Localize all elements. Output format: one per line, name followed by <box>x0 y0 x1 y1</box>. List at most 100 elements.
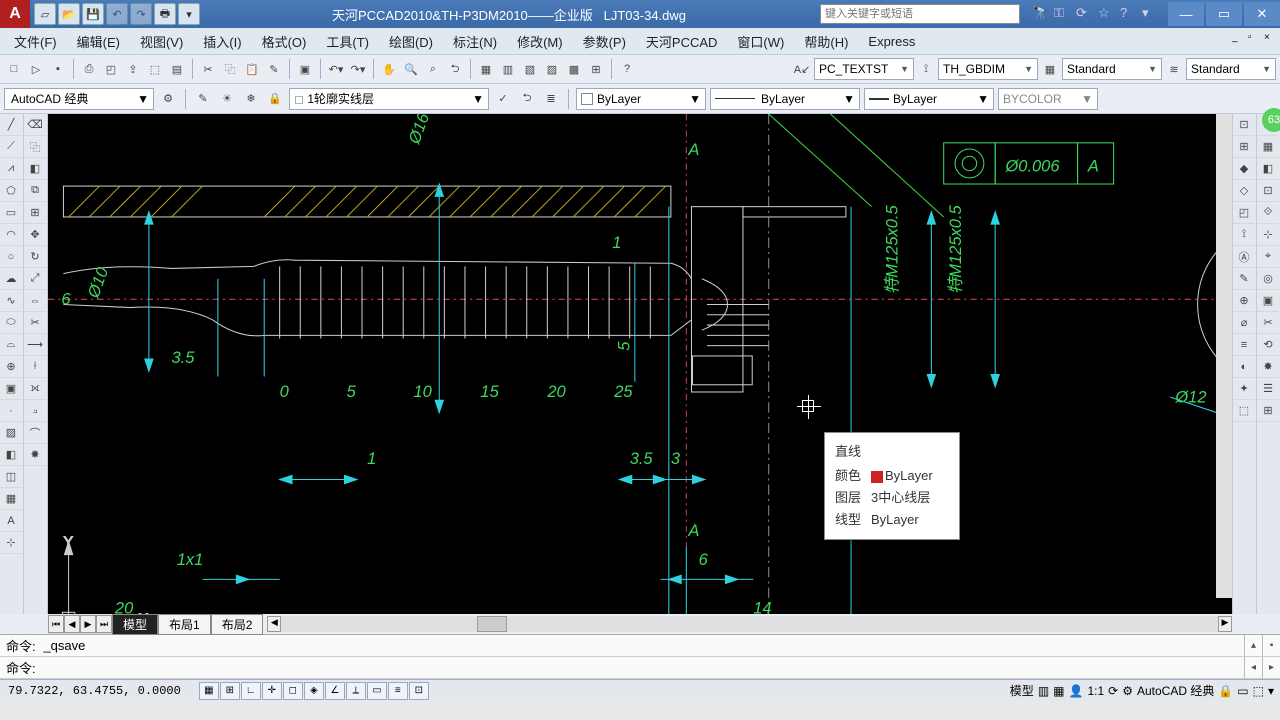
ellipse-icon[interactable]: ⬭ <box>0 312 22 334</box>
status-ws-label[interactable]: AutoCAD 经典 <box>1137 682 1214 699</box>
undo2-icon[interactable]: ↶▾ <box>326 59 346 79</box>
copy2-icon[interactable]: ⿻ <box>24 136 46 158</box>
rtb4-icon[interactable]: ⊡ <box>1257 180 1279 202</box>
new-icon[interactable]: ▱ <box>34 3 56 25</box>
menu-dimension[interactable]: 标注(N) <box>443 28 507 55</box>
status-ws-icon[interactable]: ⚙ <box>1122 684 1133 698</box>
paste-icon[interactable]: 📋 <box>242 59 262 79</box>
rt7-icon[interactable]: Ⓐ <box>1233 246 1255 268</box>
rtb13-icon[interactable]: ☰ <box>1257 378 1279 400</box>
menu-modify[interactable]: 修改(M) <box>507 28 573 55</box>
tablestyle-combo[interactable]: Standard▼ <box>1062 58 1162 80</box>
menu-file[interactable]: 文件(F) <box>4 28 67 55</box>
tablestyle-icon[interactable]: ▦ <box>1040 59 1060 79</box>
command-input-line[interactable]: 命令: ◂▸ <box>0 657 1280 679</box>
3dosnap-toggle[interactable]: ◈ <box>304 682 324 700</box>
grid-toggle[interactable]: ⊞ <box>220 682 240 700</box>
trim-icon[interactable]: ✂ <box>24 312 46 334</box>
explode-icon[interactable]: ✸ <box>24 444 46 466</box>
rtb3-icon[interactable]: ◧ <box>1257 158 1279 180</box>
tab-nav-next[interactable]: ▶ <box>80 615 96 633</box>
zoom-win-icon[interactable]: ⌕ <box>423 59 443 79</box>
close-button[interactable]: ✕ <box>1244 2 1280 26</box>
break-icon[interactable]: ⟊ <box>24 356 46 378</box>
rt2-icon[interactable]: ⊞ <box>1233 136 1255 158</box>
menu-view[interactable]: 视图(V) <box>130 28 193 55</box>
help2-icon[interactable]: ? <box>617 59 637 79</box>
gradient-icon[interactable]: ◧ <box>0 444 22 466</box>
addsel-icon[interactable]: ⊹ <box>0 532 22 554</box>
search-input[interactable] <box>821 5 1019 23</box>
menu-express[interactable]: Express <box>858 30 925 53</box>
redo-icon[interactable]: ↷ <box>130 3 152 25</box>
save-doc-icon[interactable]: ▪ <box>48 59 68 79</box>
rtb5-icon[interactable]: ⟐ <box>1257 202 1279 224</box>
point-icon[interactable]: · <box>0 400 22 422</box>
status-scale[interactable]: 1:1 <box>1087 684 1104 698</box>
zoom-rt-icon[interactable]: 🔍 <box>401 59 421 79</box>
workspace-combo[interactable]: AutoCAD 经典▼ <box>4 88 154 110</box>
rtb11-icon[interactable]: ⟲ <box>1257 334 1279 356</box>
join-icon[interactable]: ⟗ <box>24 378 46 400</box>
region-icon[interactable]: ◫ <box>0 466 22 488</box>
dyn-toggle[interactable]: ▭ <box>367 682 387 700</box>
hatch-icon[interactable]: ▨ <box>0 422 22 444</box>
rtb7-icon[interactable]: ⌖ <box>1257 246 1279 268</box>
table-icon[interactable]: ▦ <box>0 488 22 510</box>
app-logo[interactable]: A <box>0 0 30 28</box>
osnap-toggle[interactable]: ◻ <box>283 682 303 700</box>
rt4-icon[interactable]: ◇ <box>1233 180 1255 202</box>
zoom-prev-icon[interactable]: ⮌ <box>445 59 465 79</box>
rtb9-icon[interactable]: ▣ <box>1257 290 1279 312</box>
rt1-icon[interactable]: ⊡ <box>1233 114 1255 136</box>
publish-icon[interactable]: ⇪ <box>123 59 143 79</box>
mlstyle-combo[interactable]: Standard▼ <box>1186 58 1276 80</box>
status-qview-icon[interactable]: ▥ <box>1038 684 1049 698</box>
help-icon[interactable]: ? <box>1120 5 1138 23</box>
binoculars-icon[interactable]: 🔭 <box>1032 5 1050 23</box>
snap-toggle[interactable]: ▦ <box>199 682 219 700</box>
layer-prev-icon[interactable]: ⮌ <box>517 89 537 109</box>
ortho-toggle[interactable]: ∟ <box>241 682 261 700</box>
doc-min-icon[interactable]: _ <box>1232 32 1246 46</box>
rt14-icon[interactable]: ⬚ <box>1233 400 1255 422</box>
preview-icon[interactable]: ◰ <box>101 59 121 79</box>
layer-mgr-icon[interactable]: ✎ <box>193 89 213 109</box>
cmd-scroll-up[interactable]: ▴ <box>1244 635 1262 656</box>
plot-icon[interactable]: ⎙ <box>79 59 99 79</box>
calc-icon[interactable]: ⊞ <box>586 59 606 79</box>
cmd-scroll-right[interactable]: ▸ <box>1262 657 1280 678</box>
rect-icon[interactable]: ▭ <box>0 202 22 224</box>
rt10-icon[interactable]: ⌀ <box>1233 312 1255 334</box>
search-box[interactable] <box>820 4 1020 24</box>
tab-layout1[interactable]: 布局1 <box>158 614 211 635</box>
minimize-button[interactable]: — <box>1168 2 1204 26</box>
menu-pccad[interactable]: 天河PCCAD <box>636 28 728 55</box>
key-icon[interactable]: ⚿ <box>1054 5 1072 23</box>
color-combo[interactable]: ByLayer▼ <box>576 88 706 110</box>
textstyle-icon[interactable]: A↙ <box>792 59 812 79</box>
status-lock-icon[interactable]: 🔒 <box>1218 684 1233 698</box>
arc-icon[interactable]: ◠ <box>0 224 22 246</box>
cut-icon[interactable]: ✂ <box>198 59 218 79</box>
rt3-icon[interactable]: ◆ <box>1233 158 1255 180</box>
open-icon[interactable]: 📂 <box>58 3 80 25</box>
tab-nav-first[interactable]: ⏮ <box>48 615 64 633</box>
elarc-icon[interactable]: ⌓ <box>0 334 22 356</box>
chevron-down-icon[interactable]: ▾ <box>1142 5 1160 23</box>
drawing-canvas[interactable]: Ø0.006 A Ø16 A A 6 Ø10 3.5 1 5 Ø12 特M125… <box>48 114 1232 614</box>
status-qvdwg-icon[interactable]: ▦ <box>1053 684 1064 698</box>
dc-icon[interactable]: ▥ <box>498 59 518 79</box>
print-icon[interactable]: 🖶 <box>154 3 176 25</box>
lineweight-combo[interactable]: ByLayer▼ <box>864 88 994 110</box>
rt13-icon[interactable]: ✦ <box>1233 378 1255 400</box>
mtext-icon[interactable]: A <box>0 510 22 532</box>
status-person-icon[interactable]: 👤 <box>1069 684 1084 698</box>
menu-help[interactable]: 帮助(H) <box>794 28 858 55</box>
ssm-icon[interactable]: ▨ <box>542 59 562 79</box>
rt6-icon[interactable]: ⟟ <box>1233 224 1255 246</box>
insert-icon[interactable]: ⊕ <box>0 356 22 378</box>
status-space[interactable]: 模型 <box>1010 682 1034 699</box>
extend-icon[interactable]: ⟶ <box>24 334 46 356</box>
status-hw-icon[interactable]: ▭ <box>1237 684 1248 698</box>
